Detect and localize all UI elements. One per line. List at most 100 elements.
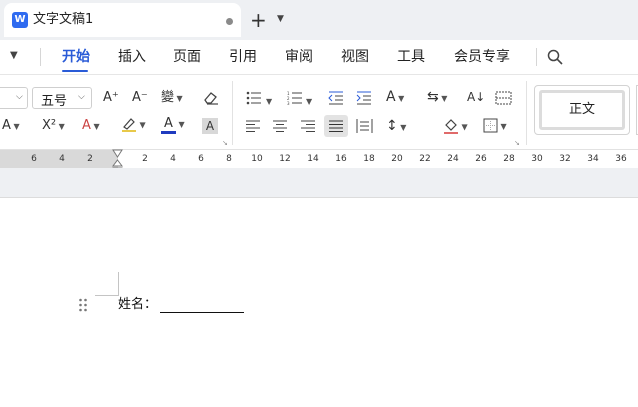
ruler-number: 10 (251, 154, 263, 164)
char-spacing-button[interactable]: A ▼ (386, 89, 404, 107)
align-center-icon[interactable] (273, 120, 287, 132)
ruler-number: 14 (307, 154, 319, 164)
page-top-margin-area (0, 168, 638, 198)
chevron-down-icon: ▼ (10, 122, 20, 131)
ruler-number: 22 (419, 154, 431, 164)
tab-insert[interactable]: 插入 (118, 48, 146, 66)
document-page[interactable] (0, 199, 638, 407)
bullet-list-icon[interactable] (246, 91, 262, 105)
clear-format-eraser-icon[interactable] (202, 90, 219, 105)
distribute-text-icon[interactable] (356, 119, 373, 133)
ruler-number: 6 (31, 154, 37, 164)
tab-view[interactable]: 视图 (341, 48, 369, 66)
decrease-indent-icon[interactable] (328, 91, 344, 105)
line-spacing-button[interactable]: ↕ ▼ (386, 118, 406, 136)
ruler-number: 16 (335, 154, 347, 164)
ruler-number: 28 (503, 154, 515, 164)
chevron-down-icon: ▼ (56, 122, 65, 131)
text-direction-button[interactable]: ⇆ ▼ (427, 89, 447, 107)
chevron-down-icon: ▼ (137, 120, 146, 130)
font-dialog-launcher-icon[interactable]: ↘ (222, 139, 228, 147)
search-icon[interactable] (546, 48, 564, 66)
pinyin-icon: 變 (161, 90, 175, 105)
paragraph-drag-handle-icon[interactable] (78, 297, 88, 313)
chevron-down-icon: ▼ (395, 94, 405, 103)
ruler-number: 30 (531, 154, 543, 164)
chevron-down-icon: ▼ (397, 123, 407, 132)
increase-indent-icon[interactable] (356, 91, 372, 105)
document-title: 文字文稿1 (33, 12, 94, 27)
ruler-number: 18 (363, 154, 375, 164)
chevron-down-icon: ▼ (176, 120, 185, 129)
wps-writer-logo-icon: W (12, 12, 28, 28)
table-borders-icon[interactable] (495, 91, 512, 105)
crop-mark (95, 295, 119, 296)
chevron-down-icon: ⌵ (16, 92, 23, 102)
tab-references[interactable]: 引用 (229, 48, 257, 66)
paragraph-dialog-launcher-icon[interactable]: ↘ (514, 139, 520, 147)
menu-bar: ▼ 开始 插入 页面 引用 审阅 视图 工具 会员专享 (0, 40, 638, 74)
ruler-number: 6 (198, 154, 204, 164)
highlighter-icon (122, 118, 136, 132)
chevron-down-icon: ▼ (498, 122, 507, 131)
chevron-down-icon: ▼ (459, 122, 468, 132)
tab-tools[interactable]: 工具 (397, 48, 425, 66)
ruler-number: 26 (475, 154, 487, 164)
ruler-number: 20 (391, 154, 403, 164)
superscript-label: X² (42, 118, 57, 133)
style-normal[interactable]: 正文 (539, 90, 625, 130)
superscript-button[interactable]: X² ▼ (42, 118, 65, 135)
font-color-button[interactable]: A ▼ (161, 116, 185, 134)
ruler-number: 2 (142, 154, 148, 164)
menu-divider (40, 48, 41, 66)
text-effect-button[interactable]: A ▼ (82, 118, 100, 135)
paragraph-shading-button[interactable]: ▼ (443, 118, 468, 136)
grow-font-button[interactable]: A⁺ (103, 90, 119, 106)
document-tab[interactable]: W 文字文稿1 (4, 3, 241, 37)
strikethrough-button[interactable]: A ▼ (2, 118, 20, 135)
font-color-icon: A (161, 117, 176, 134)
ruler-number: 34 (587, 154, 599, 164)
chevron-down-icon: ▼ (90, 122, 100, 131)
ruler-number: 4 (59, 154, 65, 164)
numbered-list-icon[interactable]: 123 (287, 91, 303, 105)
new-tab-button[interactable]: + (250, 10, 267, 30)
title-bar: W 文字文稿1 + ▼ (0, 0, 638, 40)
name-field-label: 姓名： (118, 297, 158, 312)
ruler-number: 24 (447, 154, 459, 164)
style-gallery: 正文 (534, 85, 630, 135)
crop-mark (118, 272, 119, 296)
font-family-select[interactable]: ⌵ (0, 87, 28, 109)
char-shading-button[interactable]: A (202, 118, 218, 134)
ruler-number: 32 (559, 154, 571, 164)
group-divider (232, 81, 233, 145)
tab-home[interactable]: 开始 (62, 48, 90, 66)
group-divider (526, 81, 527, 145)
font-size-select[interactable]: 五号 ⌵ (32, 87, 92, 109)
align-left-icon[interactable] (246, 120, 260, 132)
first-line-indent-marker-icon[interactable] (112, 149, 123, 158)
menu-divider (536, 48, 537, 66)
ribbon-toolbar: ⌵ 五号 ⌵ A⁺ A⁻ 變 ▼ A ▼ X² ▼ A ▼ ▼ A ▼ A ▼ … (0, 74, 638, 150)
active-tab-underline (62, 70, 88, 72)
pinyin-guide-button[interactable]: 變 ▼ (161, 90, 183, 107)
unsaved-dot-icon[interactable] (226, 18, 233, 25)
chevron-down-icon[interactable]: ▼ (266, 94, 272, 110)
tab-page[interactable]: 页面 (173, 48, 201, 66)
tab-review[interactable]: 审阅 (285, 48, 313, 66)
highlight-button[interactable]: ▼ (121, 116, 146, 134)
menu-collapse-chevron-icon[interactable]: ▼ (10, 50, 18, 61)
sort-button[interactable]: A↓ (467, 89, 485, 105)
align-right-icon[interactable] (301, 120, 315, 132)
shrink-font-button[interactable]: A⁻ (132, 90, 148, 106)
chevron-down-icon[interactable]: ▼ (306, 94, 312, 110)
justify-button[interactable] (324, 115, 348, 137)
tab-member[interactable]: 会员专享 (454, 48, 510, 66)
horizontal-ruler[interactable]: 6 4 2 2 4 6 8 10 12 14 16 18 20 22 24 26 28 30 32 34 36 (0, 150, 638, 168)
name-fill-line[interactable] (160, 312, 244, 313)
ruler-number: 36 (615, 154, 627, 164)
paint-bucket-icon (444, 119, 458, 134)
borders-button[interactable]: ▼ (483, 118, 507, 135)
ruler-number: 4 (170, 154, 176, 164)
new-tab-dropdown-icon[interactable]: ▼ (277, 14, 284, 24)
